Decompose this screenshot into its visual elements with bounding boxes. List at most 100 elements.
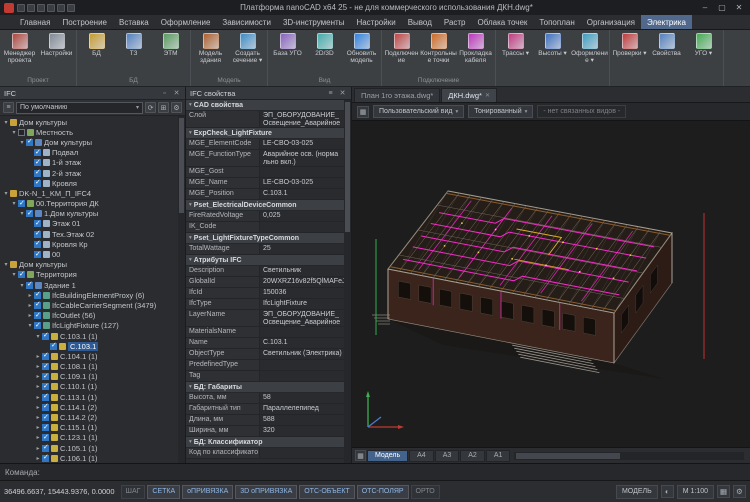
ribbon-button[interactable]: ЭТМ <box>152 31 189 57</box>
sheet-tab[interactable]: A3 <box>435 450 460 462</box>
sheet-tab[interactable]: A2 <box>460 450 485 462</box>
ribbon-button[interactable]: 2D/3D <box>306 31 343 57</box>
tree-checkbox[interactable] <box>34 302 41 309</box>
props-row[interactable]: LayerNameЭП_ОБОРУДОВАНИЕ_Освещение_Авари… <box>186 310 344 327</box>
scrollbar-thumb[interactable] <box>179 118 184 213</box>
tree-checkbox[interactable] <box>34 292 41 299</box>
ribbon-tab[interactable]: Растр <box>438 15 472 29</box>
print-icon[interactable] <box>47 4 55 12</box>
refresh-icon[interactable]: ⟳ <box>145 102 156 113</box>
tree-expander[interactable]: ▾ <box>2 119 10 126</box>
ribbon-tab[interactable]: Настройки <box>350 15 401 29</box>
ribbon-button[interactable]: Трассы ▾ <box>497 31 534 57</box>
menu-icon[interactable]: ≡ <box>326 90 335 97</box>
sheet-tab[interactable]: A4 <box>409 450 434 462</box>
undo-icon[interactable] <box>57 4 65 12</box>
tree-row[interactable]: ▾C.103.1 (1) <box>0 331 178 341</box>
tree-row[interactable]: ▾1.Дом культуры <box>0 209 178 219</box>
view-mode-select[interactable]: По умолчанию ▾ <box>16 102 143 114</box>
ribbon-tab[interactable]: Организация <box>581 15 641 29</box>
tree-checkbox[interactable] <box>42 414 49 421</box>
props-section[interactable]: ▾Атрибуты IFC <box>186 255 344 266</box>
status-toggle[interactable]: оПРИВЯЗКА <box>182 485 233 499</box>
ribbon-button[interactable]: Менеджер проекта <box>1 31 38 64</box>
save-icon[interactable] <box>37 4 45 12</box>
tree-row[interactable]: ▾Территория <box>0 270 178 280</box>
props-row[interactable]: NameC.103.1 <box>186 338 344 349</box>
tree-checkbox[interactable] <box>34 149 41 156</box>
tree-row[interactable]: ▸C.105.1 (1) <box>0 443 178 453</box>
ribbon-tab[interactable]: Построение <box>56 15 113 29</box>
sheet-tab[interactable]: Модель <box>367 450 408 462</box>
tree-row[interactable]: ▸IfcOutlet (56) <box>0 311 178 321</box>
tree-row[interactable]: C.103.1 <box>0 341 178 351</box>
tree-expander[interactable]: ▸ <box>26 292 34 299</box>
tree-expander[interactable]: ▸ <box>34 424 42 431</box>
doc-tab[interactable]: План 1го этажа.dwg* <box>354 88 440 102</box>
ribbon-button[interactable]: Обновить модель <box>343 31 380 64</box>
maximize-button[interactable]: ▢ <box>715 0 729 15</box>
minimize-button[interactable]: – <box>698 0 712 15</box>
props-row[interactable]: MGE_Gost <box>186 167 344 178</box>
status-toggle[interactable]: ОТС-ПОЛЯР <box>357 485 409 499</box>
tree-expander[interactable]: ▸ <box>34 455 42 462</box>
tree-checkbox[interactable] <box>26 210 33 217</box>
open-file-icon[interactable] <box>27 4 35 12</box>
tree-row[interactable]: ▸C.113.1 (1) <box>0 392 178 402</box>
props-row[interactable]: MaterialsName <box>186 327 344 338</box>
tree-expander[interactable]: ▾ <box>34 333 42 340</box>
close-button[interactable]: ✕ <box>732 0 746 15</box>
sheet-tab[interactable]: A1 <box>486 450 511 462</box>
props-section[interactable]: ▾CAD свойства <box>186 100 344 111</box>
tree-checkbox[interactable] <box>34 159 41 166</box>
tree-checkbox[interactable] <box>34 231 41 238</box>
tree-expander[interactable]: ▸ <box>34 363 42 370</box>
props-row[interactable]: IfcId150036 <box>186 288 344 299</box>
model-canvas[interactable] <box>352 121 750 447</box>
tree-row[interactable]: ▸C.114.1 (2) <box>0 402 178 412</box>
layout-list-icon[interactable]: ▦ <box>355 450 366 461</box>
tree-checkbox[interactable] <box>42 424 49 431</box>
props-row[interactable]: IfcTypeIfcLightFixture <box>186 299 344 310</box>
status-toggle[interactable]: СЕТКА <box>147 485 180 499</box>
tree-expander[interactable]: ▾ <box>2 261 10 268</box>
view-control[interactable]: Пользовательский вид▾ <box>373 105 464 118</box>
tree-checkbox[interactable] <box>34 180 41 187</box>
ribbon-button[interactable]: Создать сечение ▾ <box>229 31 266 64</box>
tree-expander[interactable]: ▸ <box>34 404 42 411</box>
tree-checkbox[interactable] <box>42 373 49 380</box>
ribbon-tab[interactable]: Топоплан <box>533 15 580 29</box>
tree-row[interactable]: ▸C.106.1 (1) <box>0 453 178 463</box>
tree-expander[interactable]: ▾ <box>26 322 34 329</box>
props-row[interactable]: Габаритный типПараллелепипед <box>186 404 344 415</box>
tree-row[interactable]: ▸C.104.1 (1) <box>0 351 178 361</box>
scrollbar-thumb[interactable] <box>516 453 619 459</box>
command-line[interactable]: Команда: <box>0 463 750 480</box>
tree-row[interactable]: ▾Здание 1 <box>0 280 178 290</box>
tree-expander[interactable]: ▸ <box>34 373 42 380</box>
tree-checkbox[interactable] <box>34 170 41 177</box>
filter-icon[interactable]: ≡ <box>3 102 14 113</box>
tree-checkbox[interactable] <box>42 383 49 390</box>
props-row[interactable]: Tag <box>186 371 344 382</box>
tree-row[interactable]: ▾Дом культуры <box>0 260 178 270</box>
tree-row[interactable]: ▾IfcLightFixture (127) <box>0 321 178 331</box>
props-section[interactable]: ▾ExpCheck_LightFixture <box>186 128 344 139</box>
tree-row[interactable]: ▸C.123.1 (1) <box>0 433 178 443</box>
ribbon-button[interactable]: Подключение оборудования <box>383 31 420 64</box>
tree-expander[interactable]: ▸ <box>26 312 34 319</box>
ribbon-button[interactable]: ТЗ <box>115 31 152 57</box>
props-row[interactable]: Длина, мм588 <box>186 415 344 426</box>
tree-row[interactable]: ▸C.114.2 (2) <box>0 412 178 422</box>
tree-checkbox[interactable] <box>42 353 49 360</box>
props-row[interactable]: MGE_FunctionTypeАварийное осв. (нормальн… <box>186 150 344 167</box>
tree-checkbox[interactable] <box>34 241 41 248</box>
ribbon-button[interactable]: Оформление ▾ <box>571 31 608 64</box>
tree-row[interactable]: ▸IfcBuildingElementProxy (6) <box>0 290 178 300</box>
tree-checkbox[interactable] <box>42 404 49 411</box>
tree-checkbox[interactable] <box>34 312 41 319</box>
redo-icon[interactable] <box>67 4 75 12</box>
props-row[interactable]: Высота, мм58 <box>186 393 344 404</box>
ribbon-tab[interactable]: 3D-инструменты <box>277 15 351 29</box>
close-icon[interactable]: ✕ <box>338 89 347 97</box>
